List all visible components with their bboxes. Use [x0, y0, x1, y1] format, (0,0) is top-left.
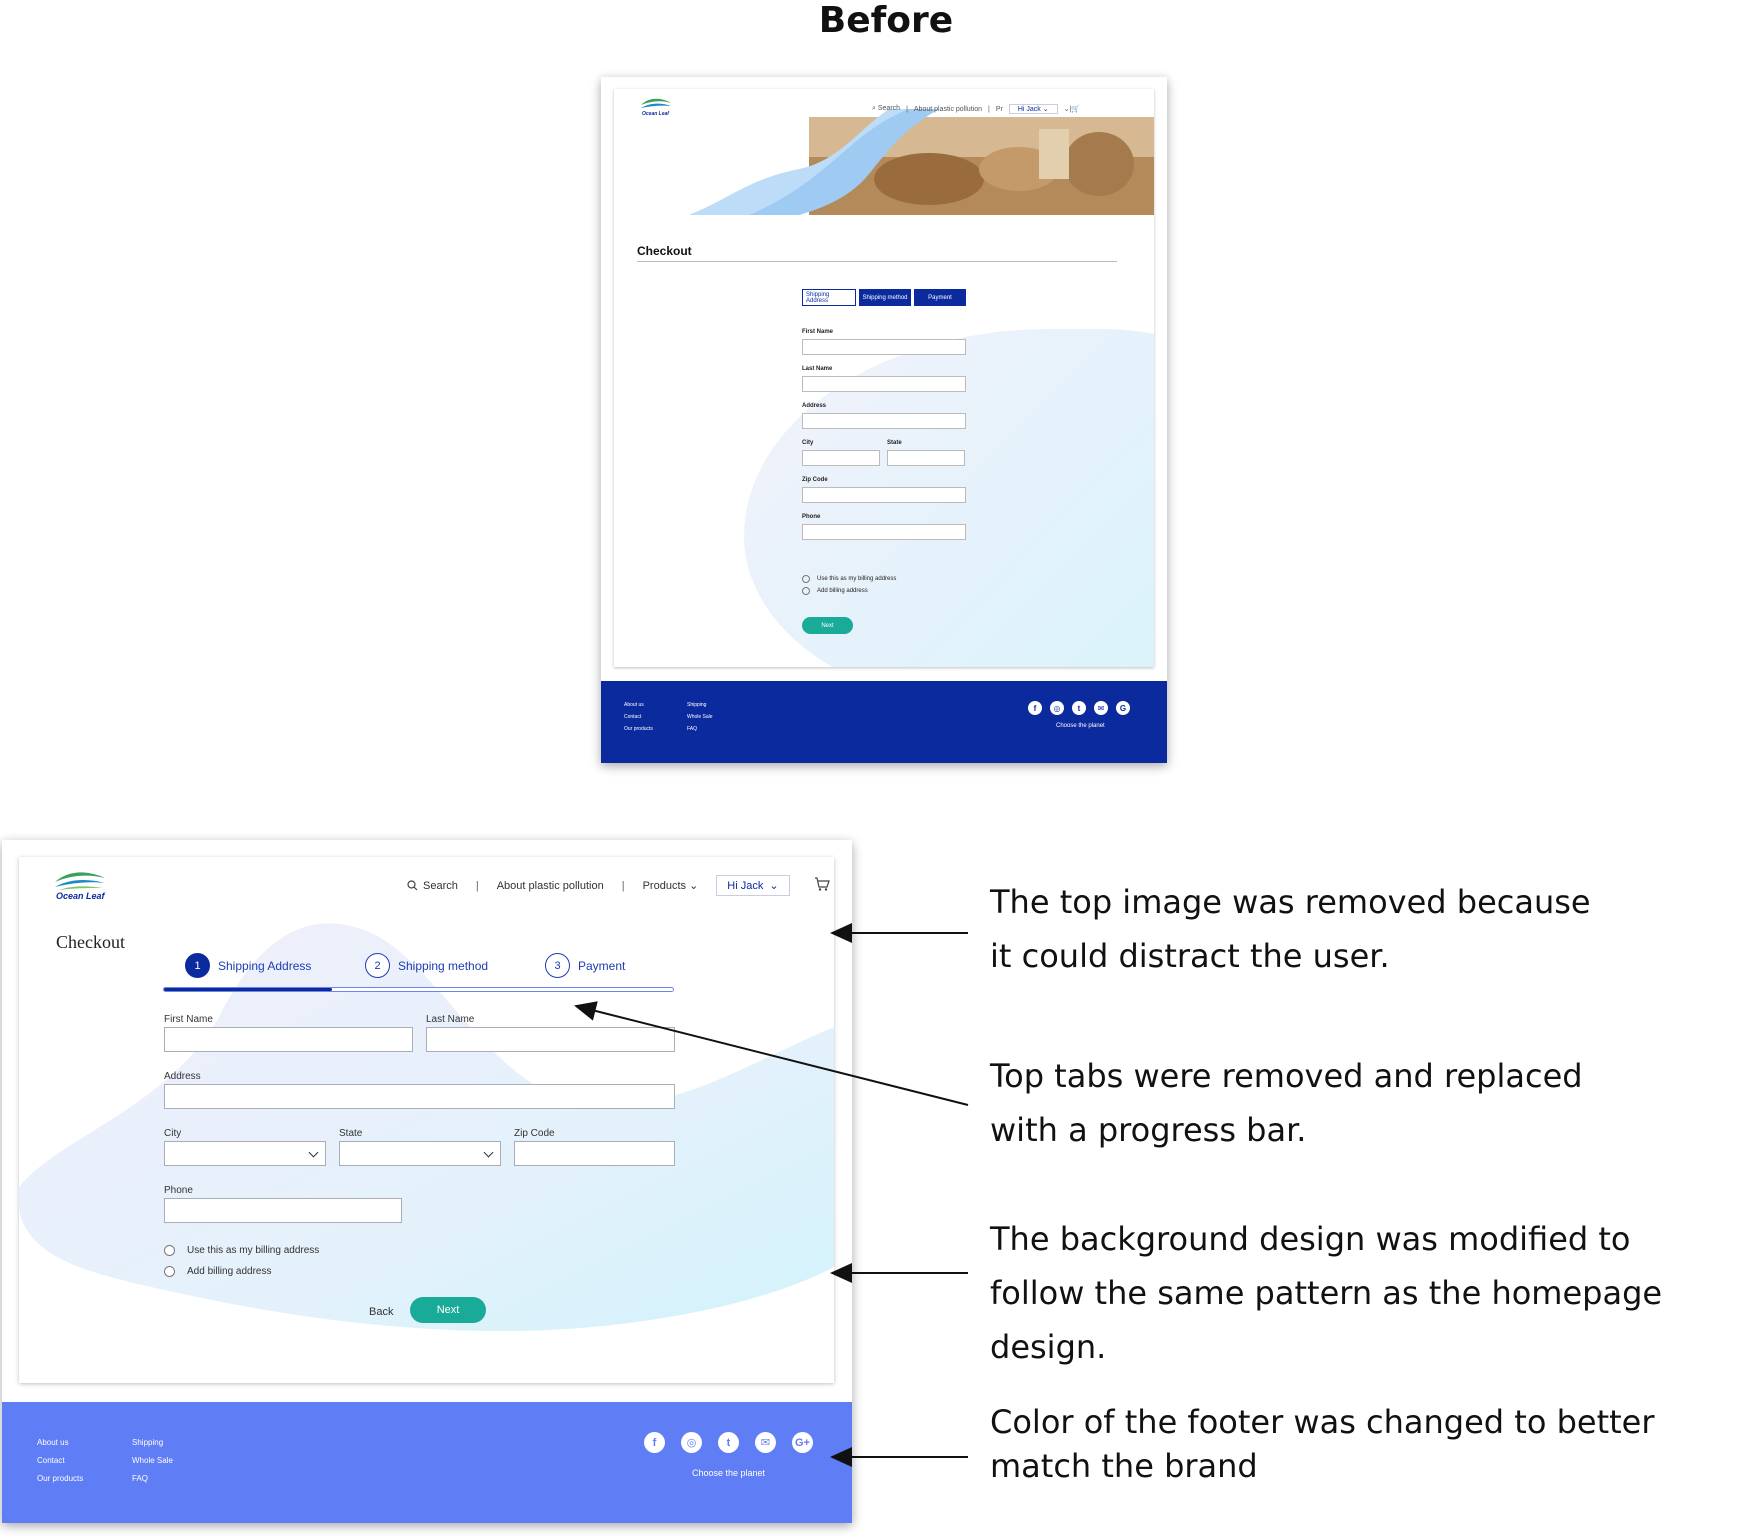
annotation-image-removed: The top image was removed because it cou… [990, 883, 1591, 975]
annotation-progress-bar: Top tabs were removed and replaced with … [990, 1057, 1583, 1149]
annotation-footer-color: Color of the footer was changed to bette… [990, 1403, 1655, 1485]
annotation-background: The background design was modified to fo… [990, 1220, 1663, 1366]
